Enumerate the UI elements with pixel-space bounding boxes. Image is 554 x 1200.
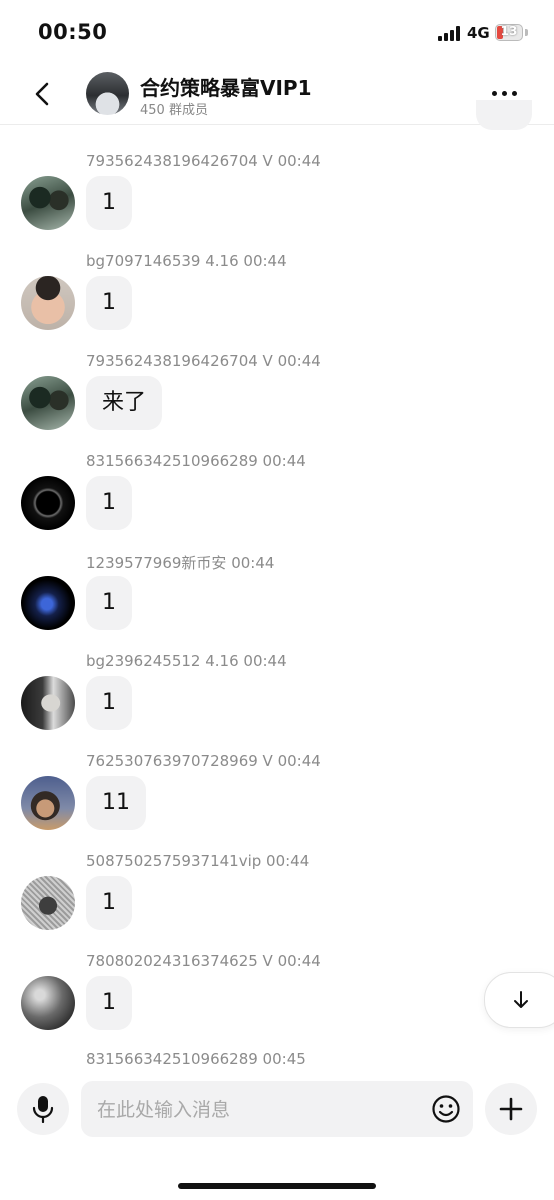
- signal-icon: [438, 26, 462, 41]
- message-sender: 793562438196426704 V 00:44: [86, 152, 321, 170]
- avatar[interactable]: [21, 576, 75, 630]
- avatar[interactable]: [21, 776, 75, 830]
- avatar[interactable]: [21, 176, 75, 230]
- status-time: 00:50: [38, 20, 108, 44]
- battery-icon: 13: [495, 24, 523, 41]
- message-bubble[interactable]: 来了: [86, 376, 163, 430]
- message-item: bg7097146539 4.16 00:44 1: [0, 252, 554, 352]
- previous-message-bubble: [476, 100, 532, 130]
- message-sender: 831566342510966289 00:44: [86, 452, 306, 470]
- message-item: 831566342510966289 00:44 1: [0, 452, 554, 552]
- group-member-count: 450 群成员: [140, 103, 208, 118]
- message-sender: bg7097146539 4.16 00:44: [86, 252, 287, 270]
- status-bar: 00:50 4G 13: [0, 0, 554, 64]
- message-bubble[interactable]: 1: [86, 576, 132, 630]
- voice-input-button[interactable]: [17, 1083, 69, 1135]
- message-bubble[interactable]: 1: [86, 976, 132, 1030]
- message-input[interactable]: [95, 1081, 419, 1139]
- avatar[interactable]: [21, 976, 75, 1030]
- more-options-button[interactable]: [490, 88, 520, 98]
- message-bubble[interactable]: 11: [86, 776, 146, 830]
- message-sender: 5087502575937141vip 00:44: [86, 852, 310, 870]
- message-item: 793562438196426704 V 00:44 1: [0, 152, 554, 252]
- message-sender: 831566342510966289 00:45: [86, 1050, 306, 1068]
- message-item: bg2396245512 4.16 00:44 1: [0, 652, 554, 752]
- message-sender: 1239577969新币安 00:44: [86, 554, 275, 572]
- message-item: 793562438196426704 V 00:44 来了: [0, 352, 554, 452]
- group-title[interactable]: 合约策略暴富VIP1: [140, 72, 312, 101]
- message-sender: bg2396245512 4.16 00:44: [86, 652, 287, 670]
- message-item: 1239577969新币安 00:44 1: [0, 552, 554, 652]
- plus-icon: [499, 1097, 523, 1121]
- add-attachment-button[interactable]: [485, 1083, 537, 1135]
- message-bubble[interactable]: 1: [86, 476, 132, 530]
- message-sender: 780802024316374625 V 00:44: [86, 952, 321, 970]
- avatar[interactable]: [21, 376, 75, 430]
- message-item: 5087502575937141vip 00:44 1: [0, 852, 554, 952]
- message-sender: 762530763970728969 V 00:44: [86, 752, 321, 770]
- arrow-down-icon: [514, 991, 528, 1008]
- message-item: 831566342510966289 00:45: [0, 1050, 554, 1074]
- group-avatar[interactable]: [86, 72, 129, 115]
- battery-tip: [525, 29, 528, 36]
- back-button[interactable]: [30, 80, 56, 108]
- message-sender: 793562438196426704 V 00:44: [86, 352, 321, 370]
- avatar[interactable]: [21, 676, 75, 730]
- message-item: 762530763970728969 V 00:44 11: [0, 752, 554, 852]
- message-bubble[interactable]: 1: [86, 276, 132, 330]
- message-item: 780802024316374625 V 00:44 1: [0, 952, 554, 1052]
- home-indicator[interactable]: [178, 1183, 376, 1189]
- microphone-icon: [32, 1096, 54, 1123]
- avatar[interactable]: [21, 476, 75, 530]
- avatar[interactable]: [21, 276, 75, 330]
- network-type: 4G: [467, 24, 490, 42]
- scroll-to-bottom-button[interactable]: [484, 972, 554, 1028]
- chat-header: 合约策略暴富VIP1 450 群成员: [0, 64, 554, 125]
- avatar[interactable]: [21, 876, 75, 930]
- emoji-button[interactable]: [431, 1094, 461, 1124]
- battery-level: 13: [500, 24, 518, 38]
- message-input-box[interactable]: [81, 1081, 473, 1139]
- message-bubble[interactable]: 1: [86, 876, 132, 930]
- chevron-left-icon: [35, 82, 49, 106]
- message-bubble[interactable]: 1: [86, 676, 132, 730]
- message-bubble[interactable]: 1: [86, 176, 132, 230]
- smiley-icon: [432, 1095, 460, 1123]
